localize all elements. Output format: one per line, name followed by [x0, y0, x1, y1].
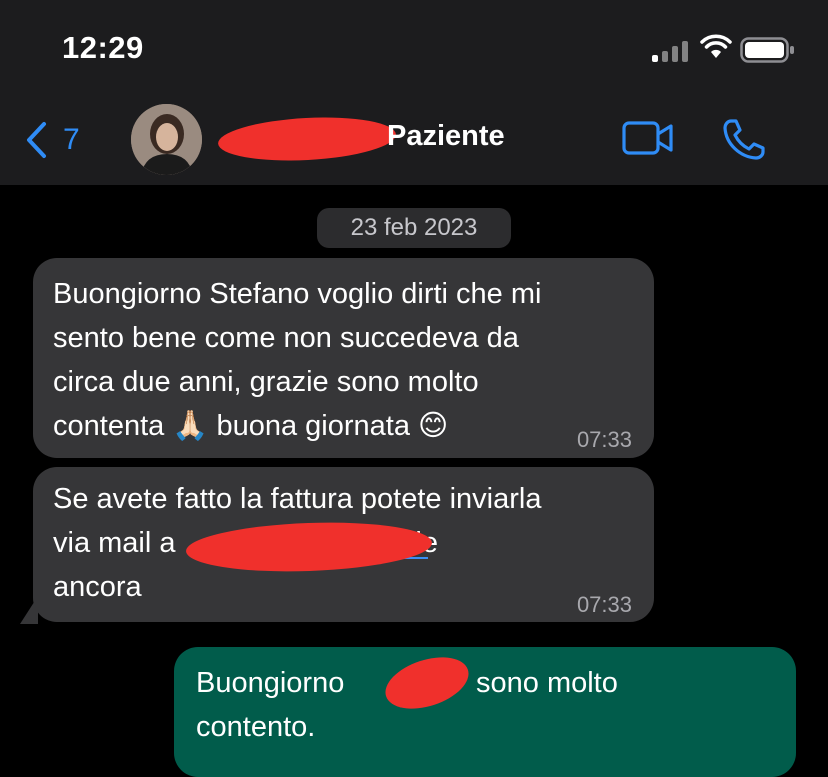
message-time: 07:33: [576, 427, 632, 452]
status-time: 12:29: [62, 30, 144, 65]
message-line: Se avete fatto la fattura potete inviarl…: [53, 483, 542, 515]
message-line: contento.: [196, 711, 316, 743]
message-line: Buongiorno sono molto: [196, 661, 774, 705]
message-text: Buongiorno Stefano voglio dirti che mi s…: [53, 278, 542, 442]
message-text-end: sono molto: [476, 667, 618, 699]
back-chevron-icon: [27, 122, 46, 158]
contact-avatar[interactable]: [131, 104, 202, 175]
message-line: ancora: [53, 571, 142, 603]
unread-count: 7: [63, 123, 80, 156]
redaction-mark: [217, 113, 397, 165]
battery-icon: [740, 37, 794, 63]
back-button[interactable]: 7: [25, 120, 80, 160]
outgoing-message[interactable]: Buongiorno sono molto contento.: [174, 647, 796, 777]
video-camera-icon[interactable]: [622, 121, 674, 155]
wifi-icon: [700, 34, 732, 58]
chat-header: 12:29 7 Paziente: [0, 0, 828, 185]
message-time: 07:33: [576, 592, 632, 617]
date-chip: 23 feb 2023: [317, 208, 511, 248]
incoming-message[interactable]: Buongiorno Stefano voglio dirti che mi s…: [33, 258, 654, 458]
bubble-tail: [20, 596, 38, 624]
signal-icon: [652, 40, 690, 62]
phone-icon[interactable]: [722, 118, 766, 160]
